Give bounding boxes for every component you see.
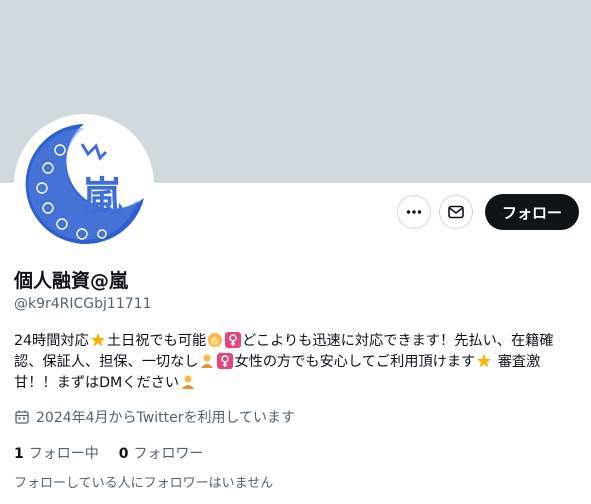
bio-text: 土日祝でも可能 [106, 333, 207, 349]
more-icon [406, 210, 422, 214]
profile-bio: 24時間対応 土日祝でも可能 どこよりも迅速に対応できます！先払い、在籍確認、保証人… [14, 331, 580, 394]
follow-counts: 1 フォロー中 0 フォロワー [14, 443, 204, 463]
star-emoji [477, 354, 492, 368]
star-emoji [90, 333, 105, 347]
calendar-icon [15, 410, 29, 424]
following-count: 1 [14, 446, 24, 462]
mail-icon [448, 205, 464, 219]
profile-actions: フォロー [396, 194, 579, 230]
following-link[interactable]: 1 フォロー中 [14, 443, 99, 463]
person-bowing-emoji [201, 354, 214, 368]
female-sign-emoji [217, 353, 234, 369]
user-handle: @k9r4RICGbj11711 [14, 296, 152, 312]
female-sign-emoji [225, 332, 242, 348]
bio-text: 女性の方でも安心してご利用頂けます [234, 354, 476, 370]
following-label: フォロー中 [28, 446, 99, 462]
display-name: 個人融資@嵐 [14, 270, 129, 292]
more-button[interactable] [396, 195, 431, 229]
follow-button[interactable]: フォロー [484, 194, 579, 230]
person-bowing-emoji [182, 375, 195, 389]
followers-label: フォロワー [133, 446, 204, 462]
mutual-followers-note: フォローしている人にフォロワーはいません [14, 476, 274, 491]
profile-avatar[interactable]: 嵐 [14, 114, 154, 254]
message-button[interactable] [438, 195, 473, 229]
face-emoji [208, 333, 223, 347]
bio-text: 24時間対応 [14, 333, 89, 349]
joined-text: 2024年4月からTwitterを利用しています [36, 410, 296, 426]
followers-link[interactable]: 0 フォロワー [119, 443, 204, 463]
followers-count: 0 [118, 446, 129, 462]
svg-text:嵐: 嵐 [82, 174, 123, 220]
avatar-image: 嵐 [18, 118, 150, 250]
joined-date: 2024年4月からTwitterを利用しています [14, 407, 295, 427]
